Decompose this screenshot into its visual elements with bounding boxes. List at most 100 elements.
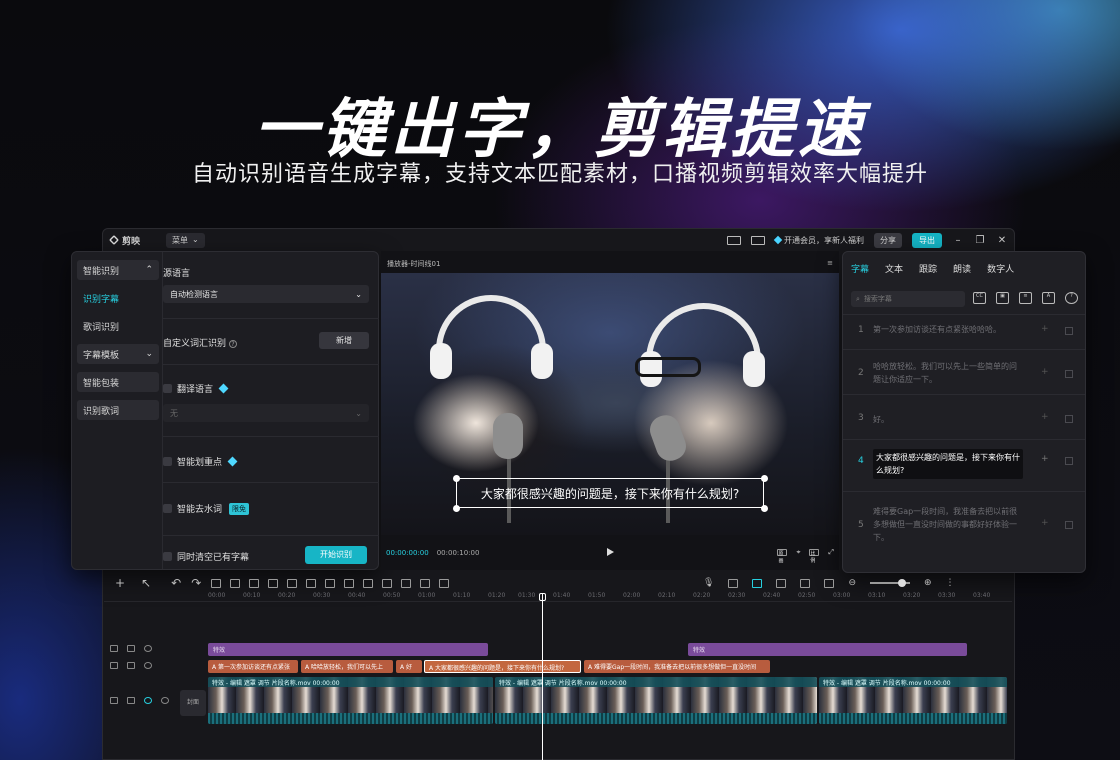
nav-group-smart-recognition[interactable]: 智能识别 ⌃ xyxy=(77,260,159,280)
lock-icon[interactable] xyxy=(127,645,135,652)
tab-subtitles[interactable]: 字幕 xyxy=(851,262,869,275)
tab-read-aloud[interactable]: 朗读 xyxy=(953,262,971,275)
zoom-slider[interactable] xyxy=(869,579,910,587)
maximize-icon[interactable]: ❐ xyxy=(974,235,986,246)
fx-clip[interactable]: 特效 xyxy=(208,643,488,656)
add-icon[interactable]: + xyxy=(115,577,125,589)
row-text[interactable]: 哈哈放轻松。我们可以先上一些简单的问题让你适应一下。 xyxy=(873,360,1023,386)
help-icon[interactable]: ? xyxy=(229,340,238,348)
crop-icon[interactable] xyxy=(401,578,412,588)
redo-icon[interactable]: ↷ xyxy=(191,577,201,589)
delete-icon[interactable] xyxy=(1065,521,1073,529)
row-text[interactable]: 第一次参加访谈还有点紧张哈哈哈。 xyxy=(873,323,1023,336)
more-icon[interactable]: ⋮ xyxy=(946,578,955,588)
add-icon[interactable]: + xyxy=(1041,518,1049,528)
mirror-icon[interactable] xyxy=(363,578,374,588)
video-clip[interactable]: 特效 - 编辑 遮罩 调节 片段名称.mov 00:00:00 xyxy=(819,677,1007,724)
freeze-icon[interactable] xyxy=(325,578,336,588)
snap-icon[interactable] xyxy=(800,578,811,588)
export-button[interactable]: 导出 xyxy=(912,232,942,248)
tab-digital-human[interactable]: 数字人 xyxy=(987,262,1014,275)
play-icon[interactable] xyxy=(607,548,614,556)
menu-icon[interactable]: ≡ xyxy=(827,259,833,267)
eye-icon[interactable] xyxy=(144,697,152,704)
image-icon[interactable] xyxy=(420,578,431,588)
subtitle-clip[interactable]: A 好 xyxy=(396,660,422,673)
row-text[interactable]: 大家都很感兴趣的问题是，接下来你有什么规划? xyxy=(873,449,1023,479)
checkbox-box[interactable] xyxy=(163,504,172,513)
keyboard-icon[interactable] xyxy=(727,235,741,245)
vip-promo[interactable]: 开通会员，享新人福利 xyxy=(773,235,864,246)
translate-lang-select[interactable]: 无 ⌄ xyxy=(163,404,369,422)
mark-icon[interactable] xyxy=(287,578,298,588)
subtitle-clip-selected[interactable]: A 大家都很感兴趣的问题是，接下来你有什么规划? xyxy=(424,660,581,673)
lock-icon[interactable] xyxy=(127,697,135,704)
font-size-icon[interactable]: A xyxy=(1042,292,1055,304)
preview-axis-icon[interactable] xyxy=(776,578,787,588)
microphone-icon[interactable]: 🎙 xyxy=(703,578,714,588)
layout-icon[interactable] xyxy=(751,235,765,245)
subtitle-clip[interactable]: A 哈哈放轻松，我们可以先上 xyxy=(301,660,393,673)
start-recognition-button[interactable]: 开始识别 xyxy=(305,546,367,564)
magnet-icon[interactable] xyxy=(752,578,763,588)
checkbox-box[interactable] xyxy=(163,552,172,561)
share-button[interactable]: 分享 xyxy=(874,232,902,248)
audio-icon[interactable] xyxy=(161,697,169,704)
focus-icon[interactable]: ⌖ xyxy=(796,548,800,557)
zoom-out-icon[interactable]: ⊖ xyxy=(848,578,856,588)
image-text-icon[interactable]: ▣ xyxy=(996,292,1009,304)
minimize-icon[interactable]: – xyxy=(952,235,964,246)
row-text[interactable]: 难得要Gap一段时间，我准备去把以前很多想做但一直没时间做的事都好好体验一下。 xyxy=(873,505,1023,544)
fit-icon[interactable] xyxy=(439,578,450,588)
close-icon[interactable]: ✕ xyxy=(996,235,1008,246)
lock-icon[interactable] xyxy=(127,662,135,669)
subtitle-row[interactable]: 5 难得要Gap一段时间，我准备去把以前很多想做但一直没时间做的事都好好体验一下… xyxy=(843,491,1085,559)
add-icon[interactable]: + xyxy=(1041,412,1049,422)
menu-button[interactable]: 菜单 ⌄ xyxy=(166,232,205,248)
delete-icon[interactable] xyxy=(1065,457,1073,465)
nav-item-smart-packaging[interactable]: 智能包装 xyxy=(77,372,159,392)
add-icon[interactable]: + xyxy=(1041,454,1049,464)
delete-icon[interactable] xyxy=(268,578,279,588)
zoom-in-icon[interactable]: ⊕ xyxy=(924,578,932,588)
compare-icon[interactable] xyxy=(824,578,835,588)
translate-checkbox[interactable]: 翻译语言 xyxy=(163,382,229,395)
video-preview[interactable]: 大家都很感兴趣的问题是，接下来你有什么规划? xyxy=(381,273,839,535)
nav-group-subtitle-templates[interactable]: 字幕模板 ⌄ xyxy=(77,344,159,364)
rotate-icon[interactable] xyxy=(382,578,393,588)
remove-filler-checkbox[interactable]: 智能去水词 限免 xyxy=(163,502,250,515)
sort-icon[interactable]: ≡ xyxy=(1019,292,1032,304)
shield-icon[interactable] xyxy=(306,578,317,588)
fx-clip[interactable]: 特效 xyxy=(688,643,967,656)
nav-item-lyrics-recognition[interactable]: 歌词识别 xyxy=(77,316,159,336)
add-icon[interactable]: + xyxy=(1041,324,1049,334)
add-icon[interactable]: + xyxy=(1041,367,1049,377)
nav-item-recognize-lyrics[interactable]: 识别歌词 xyxy=(77,400,159,420)
split-right-icon[interactable] xyxy=(249,578,260,588)
subtitle-row-selected[interactable]: 4 大家都很感兴趣的问题是，接下来你有什么规划? + xyxy=(843,439,1085,491)
split-icon[interactable] xyxy=(211,578,222,588)
video-clip[interactable]: 特效 - 编辑 遮罩 调节 片段名称.mov 00:00:00 xyxy=(208,677,493,724)
clear-existing-checkbox[interactable]: 同时清空已有字幕 xyxy=(163,550,249,563)
nav-item-recognize-subtitles[interactable]: 识别字幕 xyxy=(77,288,159,308)
delete-icon[interactable] xyxy=(1065,415,1073,423)
subtitle-row[interactable]: 3 好。 + xyxy=(843,394,1085,439)
zoom-slider-knob[interactable] xyxy=(897,579,906,587)
tab-text[interactable]: 文本 xyxy=(885,262,903,275)
link-icon[interactable] xyxy=(728,578,739,588)
checkbox-box[interactable] xyxy=(163,384,172,393)
subtitle-row[interactable]: 2 哈哈放轻松。我们可以先上一些简单的问题让你适应一下。 + xyxy=(843,349,1085,394)
resize-handle[interactable] xyxy=(761,475,768,482)
source-lang-select[interactable]: 自动检测语言 ⌄ xyxy=(163,285,369,303)
smart-highlight-checkbox[interactable]: 智能划重点 xyxy=(163,455,238,468)
undo-icon[interactable]: ↶ xyxy=(171,577,181,589)
subtitle-overlay[interactable]: 大家都很感兴趣的问题是，接下来你有什么规划? xyxy=(456,478,764,508)
row-text[interactable]: 好。 xyxy=(873,413,1023,426)
cover-button[interactable]: 封面 xyxy=(180,690,206,716)
resize-handle[interactable] xyxy=(761,505,768,512)
subtitle-clip[interactable]: A 第一次参加访谈还有点紧张 xyxy=(208,660,298,673)
subtitle-clip[interactable]: A 难得要Gap一段时间，我准备去把以前很多想做但一直没时间 xyxy=(584,660,770,673)
fullscreen-icon[interactable]: ⤢ xyxy=(828,548,834,557)
cursor-icon[interactable]: ↖ xyxy=(141,577,151,589)
subtitle-search-input[interactable]: ⌕ 搜索字幕 xyxy=(851,291,965,307)
